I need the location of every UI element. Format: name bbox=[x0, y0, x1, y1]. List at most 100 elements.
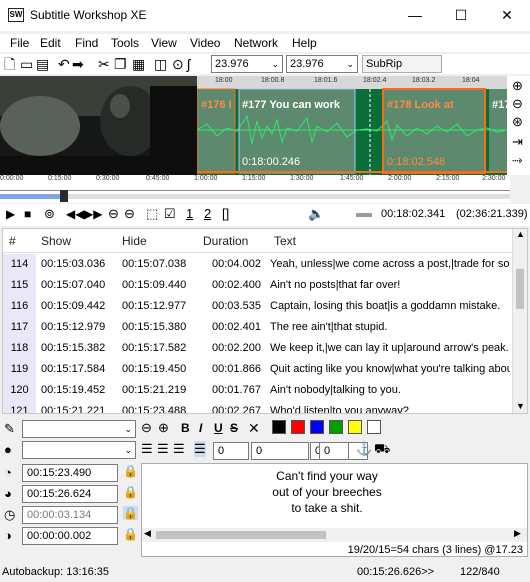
duration-field[interactable]: 00:00:03.134 bbox=[22, 506, 118, 524]
col-text[interactable]: Text bbox=[274, 229, 296, 253]
color-swatch[interactable] bbox=[310, 420, 324, 434]
menu-tools[interactable]: Tools bbox=[111, 36, 139, 50]
table-row[interactable]: 121 00:15:21.221 00:15:23.488 00:02.267 … bbox=[3, 401, 513, 413]
scroll-right-icon[interactable]: ▶ bbox=[514, 528, 521, 539]
menu-view[interactable]: View bbox=[151, 36, 177, 50]
menu-video[interactable]: Video bbox=[190, 36, 220, 50]
italic-icon[interactable]: I bbox=[199, 421, 202, 435]
play-mode-icon[interactable]: ⊙ bbox=[172, 56, 184, 72]
close-button[interactable]: ✕ bbox=[484, 0, 530, 31]
undo-icon[interactable]: ↶ bbox=[58, 56, 70, 72]
color-swatch[interactable] bbox=[329, 420, 343, 434]
lock-icon[interactable]: 🔒 bbox=[123, 506, 138, 520]
save-icon[interactable]: ▤ bbox=[36, 56, 49, 72]
color-swatch[interactable] bbox=[348, 420, 362, 434]
lock-icon[interactable]: 🔒 bbox=[123, 485, 138, 499]
menu-find[interactable]: Find bbox=[75, 36, 98, 50]
check-icon[interactable]: ☑ bbox=[164, 206, 176, 222]
wave-sub-label[interactable]: #177 You can work bbox=[242, 99, 354, 111]
lock-icon[interactable]: 🔒 bbox=[123, 464, 138, 478]
timeline-track[interactable] bbox=[0, 194, 510, 199]
redo-icon[interactable]: ➡ bbox=[72, 56, 84, 72]
color-swatch[interactable] bbox=[367, 420, 381, 434]
menu-help[interactable]: Help bbox=[292, 36, 317, 50]
forward-icon[interactable]: ▶▶ bbox=[84, 207, 102, 221]
rewind-icon[interactable]: ◀◀ bbox=[66, 207, 84, 221]
col-duration[interactable]: Duration bbox=[203, 229, 248, 253]
open-file-icon[interactable]: ▭ bbox=[20, 56, 33, 72]
video-preview[interactable] bbox=[0, 76, 197, 175]
scroll-up-icon[interactable]: ▲ bbox=[516, 229, 525, 239]
bold-icon[interactable]: B bbox=[181, 421, 190, 435]
set-end-button[interactable]: 2 bbox=[204, 206, 211, 221]
scroll-left-icon[interactable]: ◀ bbox=[144, 528, 151, 539]
volume-slider[interactable] bbox=[356, 213, 372, 217]
show-time-field[interactable]: 00:15:23.490 bbox=[22, 464, 118, 482]
wave-sub-label[interactable]: #179 T bbox=[492, 99, 507, 111]
prev-icon[interactable]: ⊖ bbox=[141, 420, 152, 436]
timeline[interactable]: 0:00:00 0:15:00 0:30:00 0:45:00 1:00:00 … bbox=[0, 175, 510, 203]
color-swatch[interactable] bbox=[272, 420, 286, 434]
play-icon[interactable]: ▶ bbox=[6, 207, 15, 221]
margin-left-field[interactable]: 0 bbox=[213, 442, 249, 460]
menu-network[interactable]: Network bbox=[234, 36, 278, 50]
minimize-button[interactable]: — bbox=[392, 0, 438, 31]
margin-right-field[interactable]: 0 bbox=[251, 442, 309, 460]
pause-at-icon[interactable]: ⊚ bbox=[44, 206, 55, 222]
align-center-icon[interactable]: ☰ bbox=[157, 441, 169, 457]
copy-icon[interactable]: ❐ bbox=[114, 56, 127, 72]
layer-field[interactable]: 0 bbox=[319, 442, 349, 460]
next-icon[interactable]: ⊕ bbox=[158, 420, 169, 436]
color-swatch[interactable] bbox=[291, 420, 305, 434]
format-select[interactable]: SubRip bbox=[362, 55, 442, 73]
select-icon[interactable]: ⬚ bbox=[146, 206, 158, 222]
memo-hscrollbar[interactable]: ◀ ▶ bbox=[142, 528, 527, 542]
waveform-icon[interactable]: ʃ bbox=[187, 56, 190, 72]
video-icon[interactable]: ◫ bbox=[154, 56, 167, 72]
col-show[interactable]: Show bbox=[41, 229, 71, 253]
position-icon[interactable]: ⛟ bbox=[374, 441, 390, 459]
subtitle-text-editor[interactable]: Can't find your way out of your breeches… bbox=[141, 463, 528, 557]
zoom-out-icon[interactable]: ⊖ bbox=[512, 96, 523, 112]
actor-select[interactable]: ⌄ bbox=[22, 441, 136, 459]
underline-icon[interactable]: U bbox=[214, 421, 223, 435]
table-row[interactable]: 115 00:15:07.040 00:15:09.440 00:02.400 … bbox=[3, 275, 513, 296]
volume-icon[interactable]: 🔈 bbox=[308, 206, 324, 222]
table-row[interactable]: 116 00:15:09.442 00:15:12.977 00:03.535 … bbox=[3, 296, 513, 317]
wave-sub-label[interactable]: #178 Look at bbox=[387, 99, 454, 111]
set-start-button[interactable]: 1 bbox=[186, 206, 193, 221]
follow-icon[interactable]: ⤑ bbox=[512, 152, 522, 168]
maximize-button[interactable]: ☐ bbox=[438, 0, 484, 31]
anchor-icon[interactable]: ⚓ bbox=[356, 441, 372, 457]
table-row[interactable]: 117 00:15:12.979 00:15:15.380 00:02.401 … bbox=[3, 317, 513, 338]
output-fps-select[interactable]: 23.976 ⌄ bbox=[286, 55, 358, 73]
timeline-thumb[interactable] bbox=[60, 190, 68, 202]
style-select[interactable]: ⌄ bbox=[22, 420, 136, 438]
table-row[interactable]: 120 00:15:19.452 00:15:21.219 00:01.767 … bbox=[3, 380, 513, 401]
align-justify-icon[interactable]: ☰ bbox=[194, 441, 206, 457]
lock-icon[interactable]: 🔒 bbox=[123, 527, 138, 541]
subtitle-grid[interactable]: # Show Hide Duration Text 114 00:15:03.0… bbox=[2, 228, 528, 414]
scroll-thumb[interactable] bbox=[516, 269, 524, 309]
align-left-icon[interactable]: ☰ bbox=[141, 441, 153, 457]
hide-time-field[interactable]: 00:15:26.624 bbox=[22, 485, 118, 503]
wave-sub-label[interactable]: #176 I bbox=[201, 99, 232, 111]
menu-file[interactable]: File bbox=[10, 36, 29, 50]
clear-format-icon[interactable]: ✕ bbox=[248, 420, 260, 437]
table-row[interactable]: 118 00:15:15.382 00:15:17.582 00:02.200 … bbox=[3, 338, 513, 359]
grid-scrollbar[interactable]: ▲ ▼ bbox=[512, 229, 527, 413]
next-sub-icon[interactable]: ⊖ bbox=[124, 206, 135, 222]
scroll-down-icon[interactable]: ▼ bbox=[516, 401, 525, 411]
table-row[interactable]: 119 00:15:17.584 00:15:19.450 00:01.866 … bbox=[3, 359, 513, 380]
table-row[interactable]: 114 00:15:03.036 00:15:07.038 00:04.002 … bbox=[3, 254, 513, 275]
col-number[interactable]: # bbox=[9, 229, 16, 253]
waveform-panel[interactable]: 18:00 18:00.8 18:01.6 18:02.4 18:03.2 18… bbox=[197, 76, 507, 175]
zoom-fit-icon[interactable]: ⊛ bbox=[512, 114, 523, 130]
input-fps-select[interactable]: 23.976 ⌄ bbox=[211, 55, 283, 73]
stop-icon[interactable]: ■ bbox=[24, 207, 31, 221]
prev-sub-icon[interactable]: ⊖ bbox=[108, 206, 119, 222]
new-file-icon[interactable]: 🗋 bbox=[4, 56, 15, 72]
zoom-in-icon[interactable]: ⊕ bbox=[512, 78, 523, 94]
col-hide[interactable]: Hide bbox=[122, 229, 147, 253]
align-right-icon[interactable]: ☰ bbox=[173, 441, 185, 457]
